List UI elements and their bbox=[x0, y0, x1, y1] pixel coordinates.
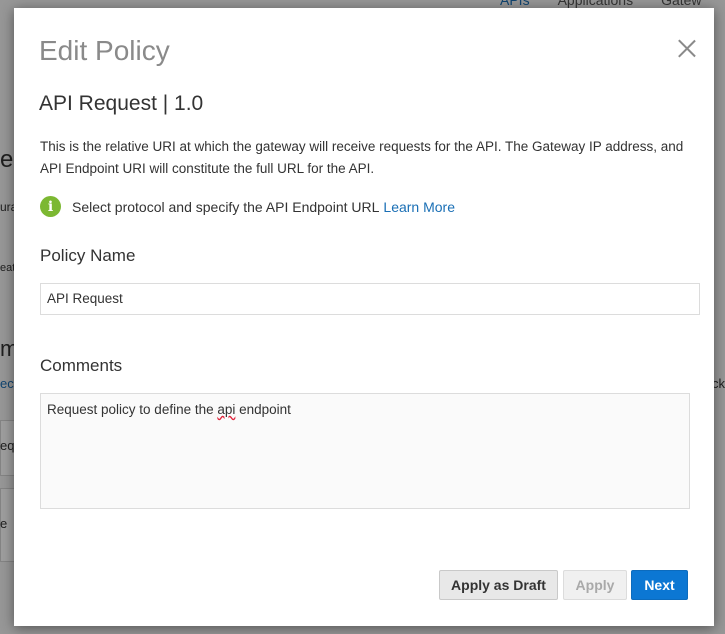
learn-more-link[interactable]: Learn More bbox=[383, 199, 455, 215]
policy-name-input[interactable]: API Request bbox=[40, 283, 700, 315]
edit-policy-dialog: Edit Policy API Request | 1.0 This is th… bbox=[14, 8, 714, 626]
dialog-title: Edit Policy bbox=[39, 35, 170, 66]
comments-misspelled-word: api bbox=[217, 402, 236, 417]
comments-text-start: Request policy to define the bbox=[47, 402, 218, 417]
comments-textarea[interactable]: Request policy to define the api endpoin… bbox=[40, 393, 690, 509]
comments-label: Comments bbox=[40, 356, 123, 375]
info-message: i Select protocol and specify the API En… bbox=[40, 196, 455, 217]
info-text: Select protocol and specify the API Endp… bbox=[72, 198, 380, 215]
apply-as-draft-button[interactable]: Apply as Draft bbox=[439, 570, 558, 600]
policy-description: This is the relative URI at which the ga… bbox=[40, 139, 684, 176]
close-icon[interactable] bbox=[676, 38, 698, 60]
comments-text-end: endpoint bbox=[235, 402, 291, 417]
policy-name-label: Policy Name bbox=[40, 246, 136, 265]
info-icon: i bbox=[40, 196, 61, 217]
policy-subtitle: API Request | 1.0 bbox=[39, 92, 204, 115]
next-button[interactable]: Next bbox=[631, 570, 688, 600]
apply-button[interactable]: Apply bbox=[563, 570, 627, 600]
